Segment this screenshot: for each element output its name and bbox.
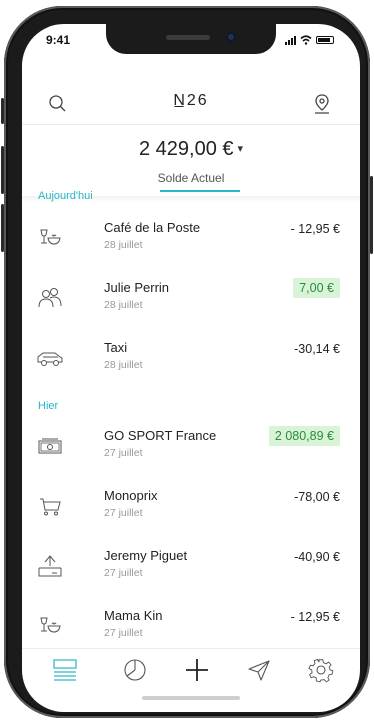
balance-underline — [160, 190, 240, 192]
transaction-row[interactable]: Mama Kin 27 juillet - 12,95 € — [22, 602, 360, 652]
battery-icon — [316, 36, 334, 44]
transaction-row[interactable]: Café de la Poste 28 juillet - 12,95 € — [22, 214, 360, 264]
transaction-row[interactable]: Jeremy Piguet 27 juillet -40,90 € — [22, 542, 360, 592]
volume-up-button — [1, 146, 4, 194]
screen: 9:41 N̲26 2 429,00 € ▾ Solde Actuel Aujo… — [22, 24, 360, 712]
wifi-icon — [300, 35, 312, 45]
restaurant-icon — [40, 229, 61, 245]
balance-amount[interactable]: 2 429,00 € ▾ — [22, 138, 360, 161]
balance-label: Solde Actuel — [157, 171, 225, 185]
transaction-amount: -78,00 € — [294, 490, 340, 504]
transaction-row[interactable]: Julie Perrin 28 juillet 7,00 € — [22, 274, 360, 324]
section-title-today: Aujourd'hui — [38, 190, 93, 202]
transaction-name: Taxi — [104, 340, 128, 355]
transaction-date: 28 juillet — [104, 359, 143, 371]
home-indicator[interactable] — [142, 696, 240, 700]
transaction-date: 28 juillet — [104, 299, 143, 311]
phone-frame: 9:41 N̲26 2 429,00 € ▾ Solde Actuel Aujo… — [1, 6, 373, 718]
people-icon — [38, 288, 62, 308]
cash-icon — [38, 438, 62, 454]
signal-icon — [285, 35, 296, 45]
transaction-name: Monoprix — [104, 488, 158, 503]
transaction-name: GO SPORT France — [104, 428, 217, 443]
pie-chart-icon[interactable] — [122, 657, 148, 683]
transaction-row[interactable]: GO SPORT France 27 juillet 2 080,89 € — [22, 422, 360, 472]
transaction-name: Café de la Poste — [104, 220, 201, 235]
power-button — [370, 176, 373, 254]
car-icon — [37, 352, 63, 366]
status-time: 9:41 — [46, 33, 71, 47]
transaction-amount-positive: 7,00 € — [293, 278, 340, 298]
list-icon[interactable] — [52, 657, 78, 683]
transaction-name: Jeremy Piguet — [104, 548, 188, 563]
transaction-amount-positive: 2 080,89 € — [268, 426, 340, 446]
status-icons — [285, 34, 334, 46]
app-header: N̲26 — [22, 84, 360, 124]
plus-icon[interactable] — [184, 657, 210, 683]
volume-down-button — [1, 204, 4, 252]
speaker — [166, 35, 210, 40]
send-icon[interactable] — [246, 657, 272, 683]
mute-switch — [1, 98, 4, 124]
transaction-name: Julie Perrin — [104, 280, 170, 295]
tab-bar — [22, 648, 360, 689]
camera — [226, 32, 236, 42]
transaction-amount: -30,14 € — [294, 342, 340, 356]
transaction-date: 28 juillet — [104, 239, 143, 251]
location-pin-icon[interactable] — [310, 92, 334, 116]
transaction-date: 27 juillet — [104, 627, 143, 639]
balance-value: 2 429,00 € — [138, 138, 234, 160]
notch — [106, 24, 276, 54]
restaurant-icon — [40, 617, 61, 633]
section-title-yesterday: Hier — [38, 400, 59, 412]
transaction-date: 27 juillet — [104, 447, 143, 459]
transaction-date: 27 juillet — [104, 507, 143, 519]
transaction-row[interactable]: Monoprix 27 juillet -78,00 € — [22, 482, 360, 532]
transaction-date: 27 juillet — [104, 567, 143, 579]
header-divider — [22, 124, 360, 125]
transaction-amount: -40,90 € — [294, 550, 340, 564]
transaction-name: Mama Kin — [104, 608, 163, 623]
gear-icon[interactable] — [308, 657, 334, 683]
transaction-amount: - 12,95 € — [290, 222, 340, 236]
transaction-amount: - 12,95 € — [290, 610, 340, 624]
cart-icon — [40, 498, 61, 516]
transaction-row[interactable]: Taxi 28 juillet -30,14 € — [22, 334, 360, 384]
transfer-out-icon — [38, 555, 62, 577]
caret-down-icon: ▾ — [237, 143, 244, 155]
